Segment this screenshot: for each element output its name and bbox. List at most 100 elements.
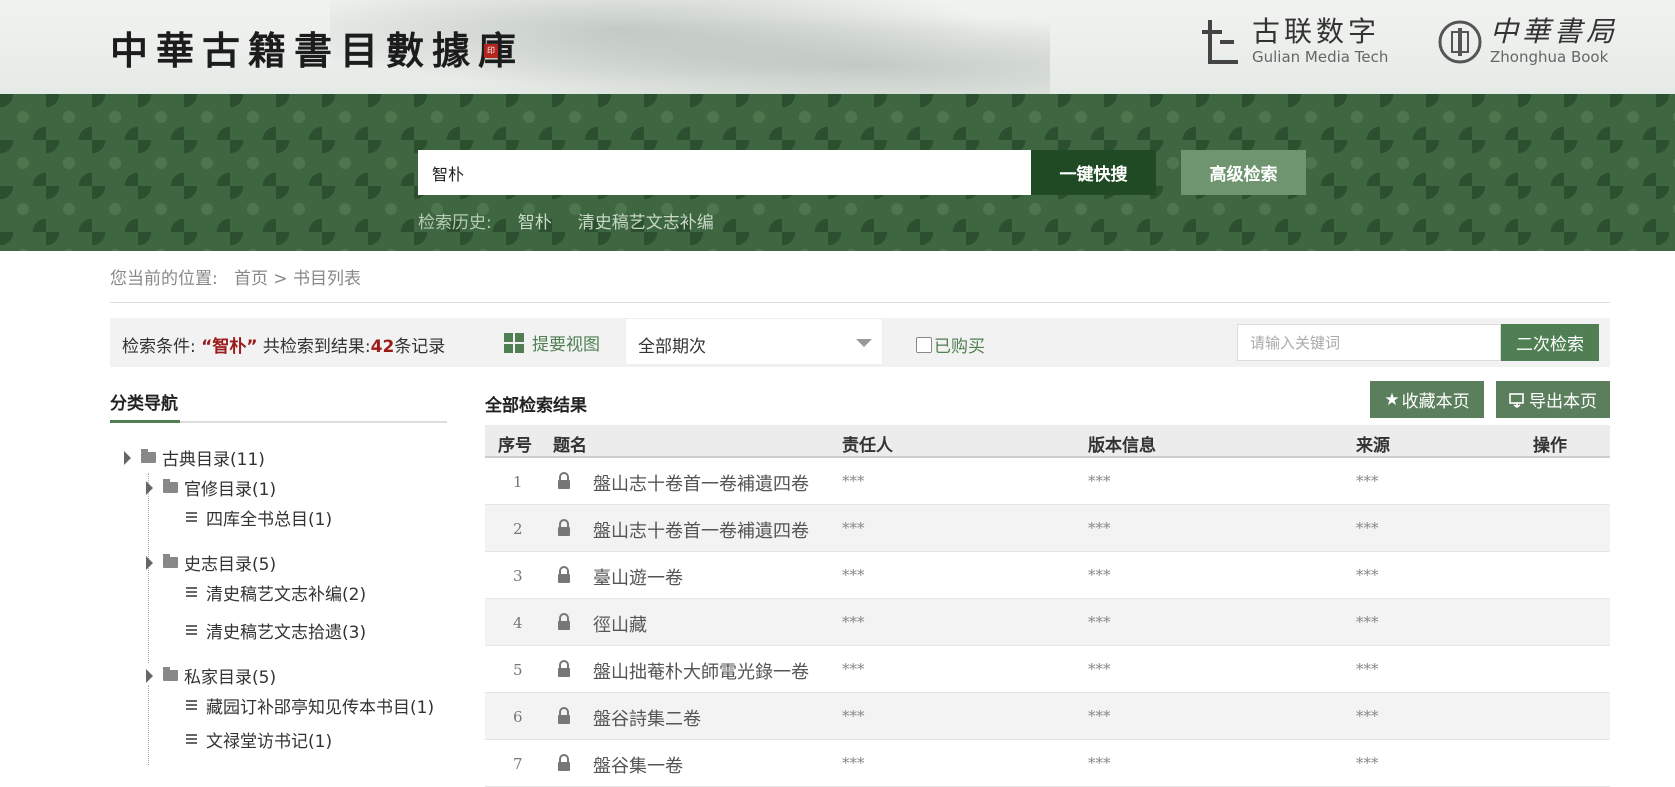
column-header-author: 责任人 xyxy=(842,436,893,456)
row-title-link[interactable]: 徑山藏 xyxy=(593,611,647,637)
table-body: 1 盤山志十卷首一卷補遺四卷 *** *** *** 2 盤山志十卷首一卷補遺四卷 *** **… xyxy=(485,458,1610,787)
condition-label: 检索条件: xyxy=(122,337,196,357)
export-page-button[interactable]: 导出本页 xyxy=(1496,381,1610,418)
period-select[interactable]: 全部期次 xyxy=(625,318,883,365)
row-edition: *** xyxy=(1088,519,1111,537)
divider xyxy=(110,302,1610,303)
row-title-link[interactable]: 盤山志十卷首一卷補遺四卷 xyxy=(593,517,809,543)
export-page-label: 导出本页 xyxy=(1529,392,1597,412)
row-edition: *** xyxy=(1088,660,1111,678)
breadcrumb-home-link[interactable]: 首页 xyxy=(234,269,268,289)
document-icon xyxy=(186,586,197,599)
row-source: *** xyxy=(1356,566,1379,584)
result-count-unit: 条记录 xyxy=(394,337,446,357)
search-history-item[interactable]: 清史稿艺文志补编 xyxy=(578,208,714,233)
gulian-logo[interactable]: 古联数字 Gulian Media Tech xyxy=(1200,14,1388,70)
row-edition: *** xyxy=(1088,754,1111,772)
tree-leaf-siku[interactable]: 四库全书总目(1) xyxy=(186,505,332,530)
row-index: 7 xyxy=(513,755,523,773)
row-source: *** xyxy=(1356,519,1379,537)
quick-search-button[interactable]: 一键快搜 xyxy=(1031,150,1156,195)
row-title-link[interactable]: 盤谷集一卷 xyxy=(593,752,683,778)
site-title[interactable]: 中華古籍書目數據庫 xyxy=(110,20,524,75)
tree-node-label: 清史稿艺文志补编(2) xyxy=(206,585,367,605)
search-input[interactable] xyxy=(418,150,1031,195)
row-author: *** xyxy=(842,519,865,537)
second-search-button[interactable]: 二次检索 xyxy=(1501,324,1599,361)
tree-leaf-wenlu[interactable]: 文禄堂访书记(1) xyxy=(186,727,332,752)
site-header: 中華古籍書目數據庫 印 古联数字 Gulian Media Tech 中華書局 … xyxy=(0,0,1675,94)
result-count: 42 xyxy=(370,337,395,357)
tree-node-official[interactable]: 官修目录(1) xyxy=(146,475,276,500)
gulian-mark-icon xyxy=(1202,20,1238,64)
document-icon xyxy=(186,733,197,746)
row-index: 5 xyxy=(513,661,523,679)
purchased-filter[interactable]: 已购买 xyxy=(916,332,985,357)
tree-node-label: 古典目录(11) xyxy=(162,450,265,470)
expand-arrow-icon[interactable] xyxy=(146,668,153,683)
row-author: *** xyxy=(842,472,865,490)
table-header: 序号 题名 责任人 版本信息 来源 操作 xyxy=(485,425,1610,458)
gulian-english-name: Gulian Media Tech xyxy=(1252,48,1389,66)
tree-node-classic[interactable]: 古典目录(11) xyxy=(124,445,265,470)
row-title-link[interactable]: 盤山志十卷首一卷補遺四卷 xyxy=(593,470,809,496)
table-row[interactable]: 4 徑山藏 *** *** *** xyxy=(485,599,1610,646)
expand-arrow-icon[interactable] xyxy=(124,450,131,465)
row-edition: *** xyxy=(1088,707,1111,725)
lock-icon xyxy=(558,519,570,536)
tree-node-history[interactable]: 史志目录(5) xyxy=(146,550,276,575)
purchased-checkbox[interactable] xyxy=(916,336,932,353)
expand-arrow-icon[interactable] xyxy=(146,480,153,495)
row-index: 4 xyxy=(513,614,523,632)
row-edition: *** xyxy=(1088,613,1111,631)
table-row[interactable]: 7 盤谷集一卷 *** *** *** xyxy=(485,740,1610,787)
favorite-page-label: 收藏本页 xyxy=(1401,392,1470,412)
table-row[interactable]: 1 盤山志十卷首一卷補遺四卷 *** *** *** xyxy=(485,458,1610,505)
row-source: *** xyxy=(1356,754,1379,772)
row-author: *** xyxy=(842,613,865,631)
row-title-link[interactable]: 盤山拙菴朴大師電光錄一卷 xyxy=(593,658,809,684)
condition-keyword: “智朴” xyxy=(201,337,258,357)
breadcrumb-separator: > xyxy=(273,269,288,289)
tree-leaf-qingshi-bubian[interactable]: 清史稿艺文志补编(2) xyxy=(186,580,366,605)
summary-view-toggle[interactable]: 提要视图 xyxy=(504,330,600,355)
table-row[interactable]: 5 盤山拙菴朴大師電光錄一卷 *** *** *** xyxy=(485,646,1610,693)
favorite-page-button[interactable]: ★ 收藏本页 xyxy=(1370,381,1484,418)
grid-view-icon xyxy=(504,332,524,353)
row-source: *** xyxy=(1356,472,1379,490)
table-row[interactable]: 3 臺山遊一卷 *** *** *** xyxy=(485,552,1610,599)
tree-leaf-qingshi-shiyi[interactable]: 清史稿艺文志拾遗(3) xyxy=(186,618,366,643)
row-title-link[interactable]: 臺山遊一卷 xyxy=(593,564,683,590)
row-author: *** xyxy=(842,754,865,772)
zhonghua-mark-icon xyxy=(1438,20,1482,64)
lock-icon xyxy=(558,660,570,677)
row-index: 1 xyxy=(513,473,523,491)
active-underline xyxy=(110,420,180,423)
table-row[interactable]: 2 盤山志十卷首一卷補遺四卷 *** *** *** xyxy=(485,505,1610,552)
results-table: 序号 题名 责任人 版本信息 来源 操作 1 盤山志十卷首一卷補遺四卷 *** ***… xyxy=(485,425,1610,787)
row-title-link[interactable]: 盤谷詩集二卷 xyxy=(593,705,701,731)
column-header-index: 序号 xyxy=(498,436,532,456)
row-index: 6 xyxy=(513,708,523,726)
folder-icon xyxy=(141,449,156,463)
star-icon: ★ xyxy=(1384,389,1400,410)
period-select-value: 全部期次 xyxy=(638,337,706,357)
document-icon xyxy=(186,511,197,524)
gulian-name: 古联数字 xyxy=(1252,15,1381,48)
row-index: 2 xyxy=(513,520,523,538)
table-row[interactable]: 6 盤谷詩集二卷 *** *** *** xyxy=(485,693,1610,740)
search-condition-bar: 检索条件: “智朴” 共检索到结果:42条记录 提要视图 全部期次 已购买 二次… xyxy=(110,318,1610,367)
keyword-input[interactable] xyxy=(1237,324,1501,361)
summary-view-label: 提要视图 xyxy=(532,335,600,355)
tree-node-private[interactable]: 私家目录(5) xyxy=(146,663,276,688)
seal-icon: 印 xyxy=(484,44,498,58)
tree-node-label: 四库全书总目(1) xyxy=(206,510,333,530)
row-edition: *** xyxy=(1088,472,1111,490)
tree-leaf-cangyuan[interactable]: 藏园订补郘亭知见传本书目(1) xyxy=(186,693,434,718)
expand-arrow-icon[interactable] xyxy=(146,555,153,570)
search-history-item[interactable]: 智朴 xyxy=(518,208,552,233)
row-source: *** xyxy=(1356,660,1379,678)
zhonghua-logo[interactable]: 中華書局 Zhonghua Book xyxy=(1438,14,1618,70)
column-header-action: 操作 xyxy=(1533,436,1567,456)
advanced-search-button[interactable]: 高级检索 xyxy=(1181,150,1306,195)
